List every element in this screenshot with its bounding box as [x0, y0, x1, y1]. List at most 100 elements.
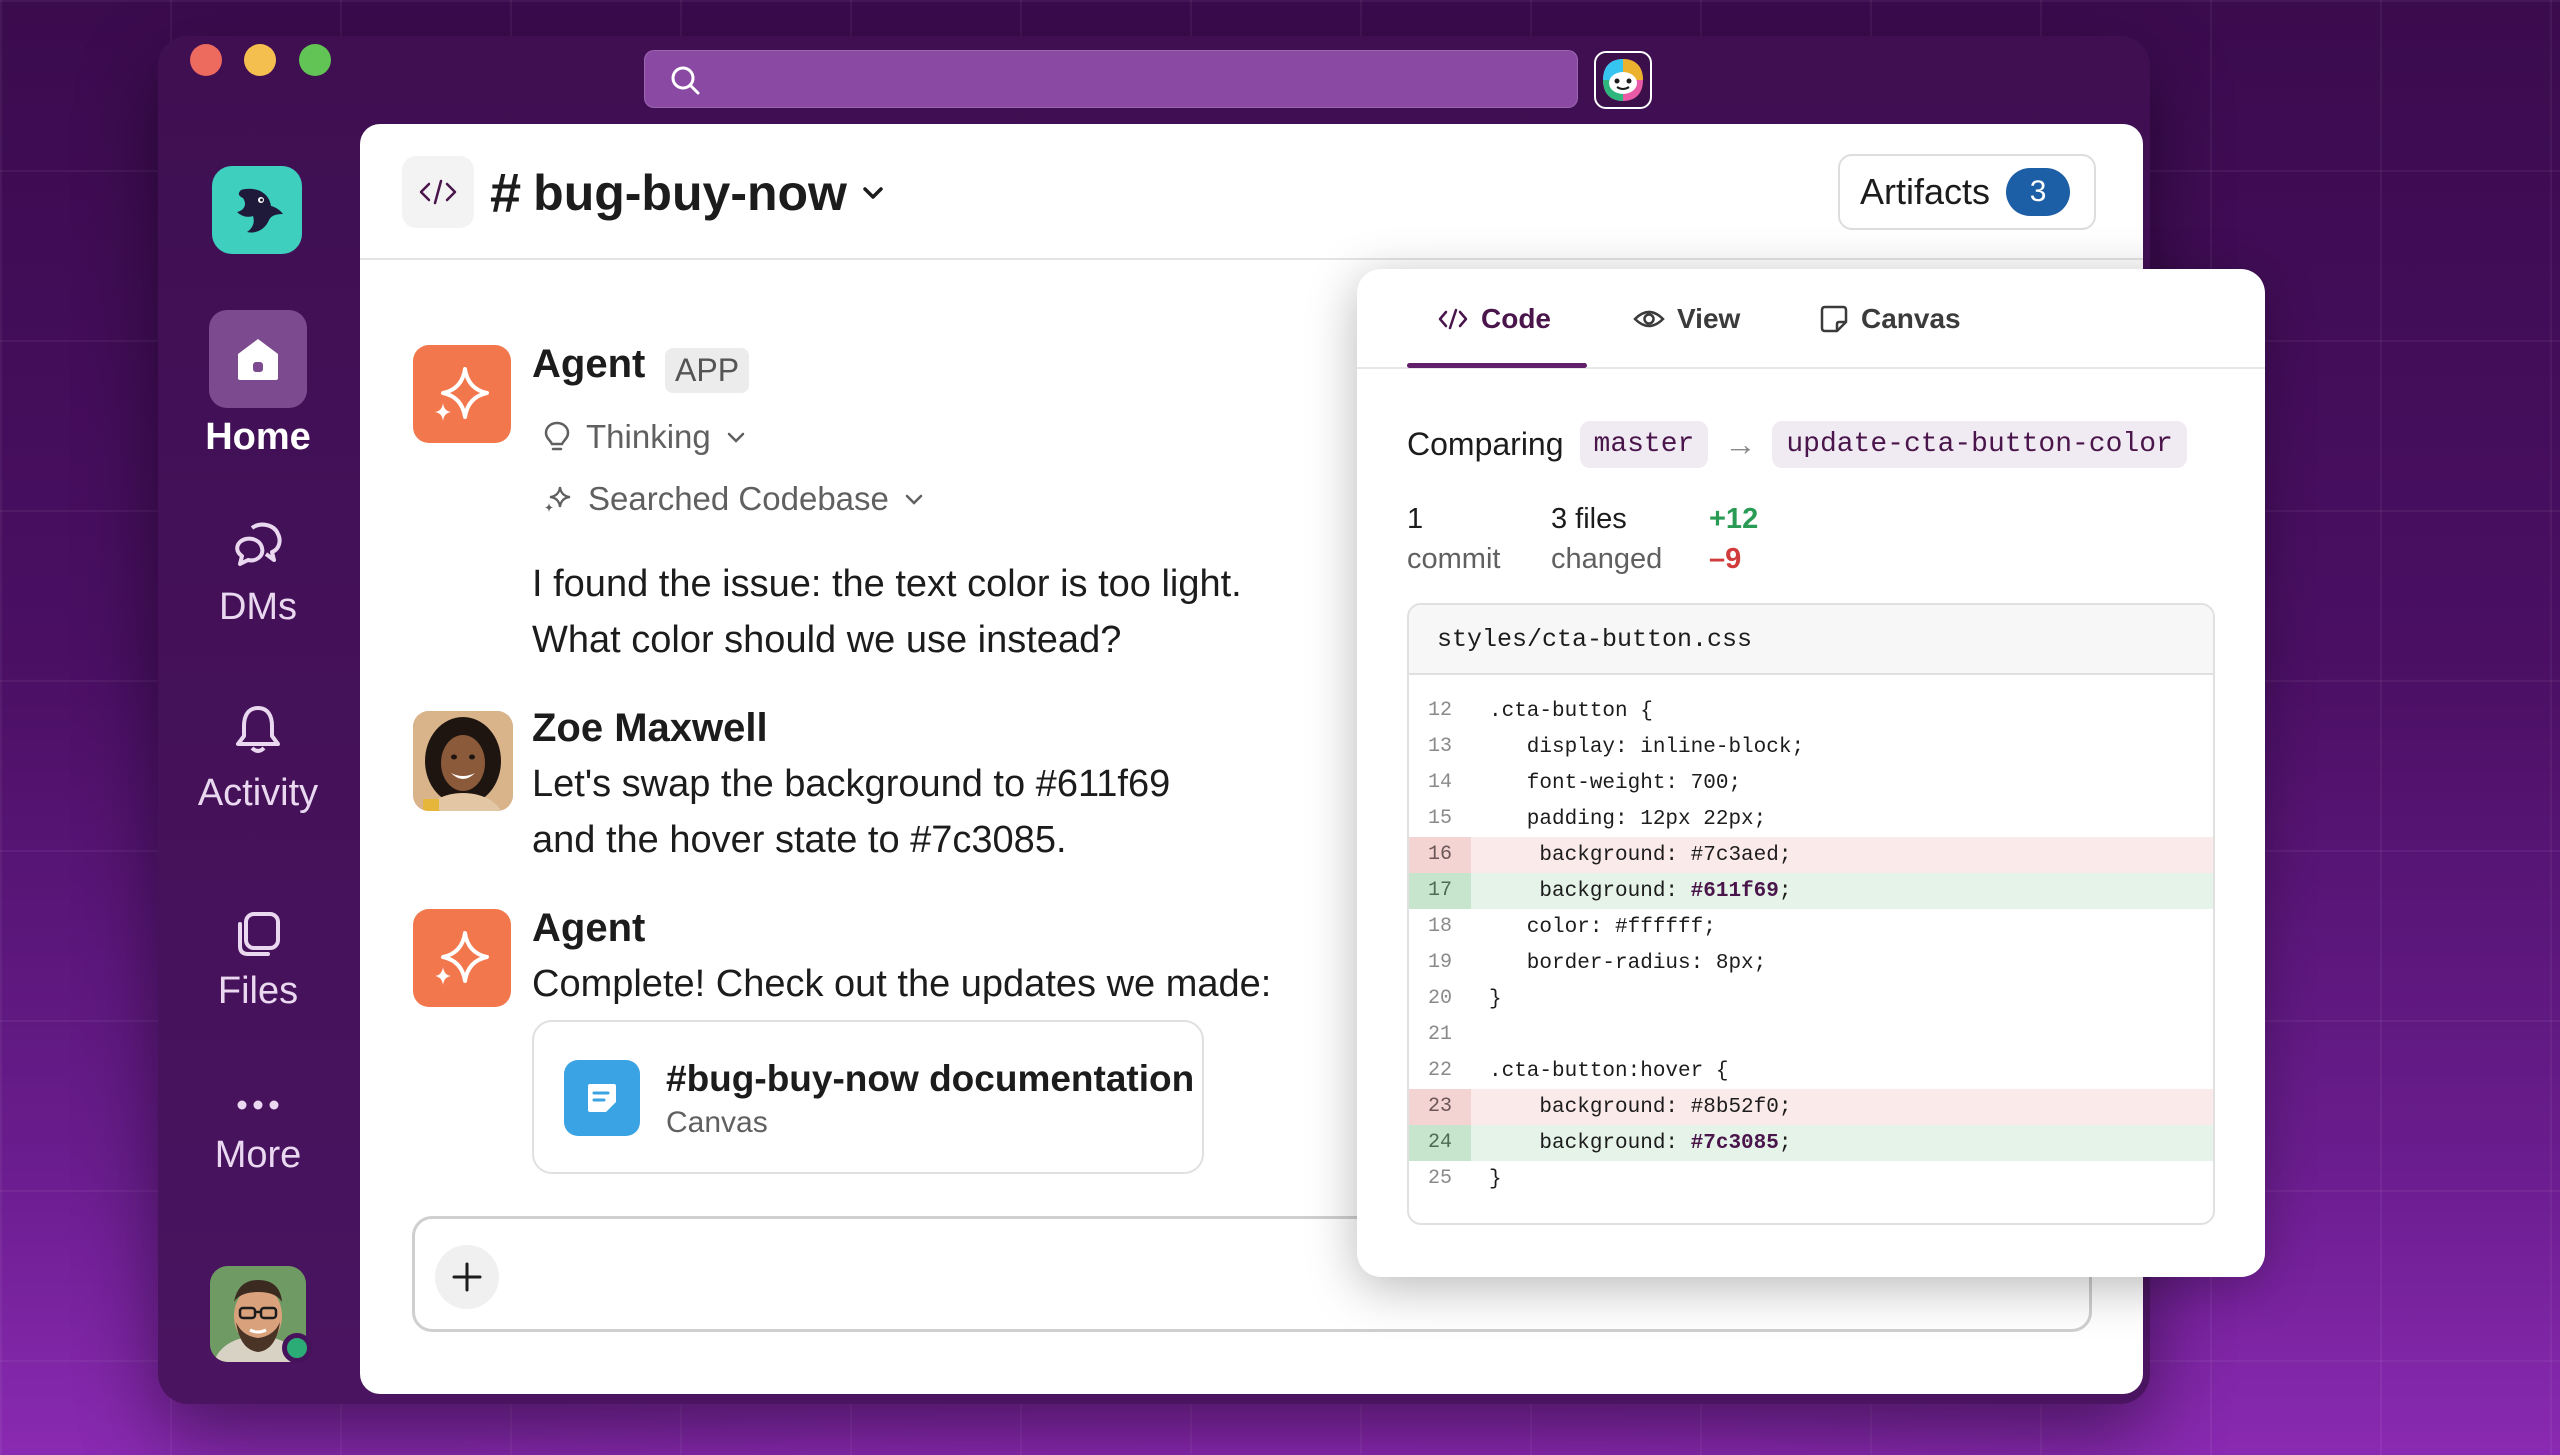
diff-line: 18 color: #ffffff;: [1409, 909, 2213, 945]
sidebar-item-files[interactable]: Files: [178, 906, 338, 1013]
files-icon: [238, 912, 280, 956]
artifacts-label: Artifacts: [1860, 171, 1991, 212]
comparing-label: Comparing: [1407, 426, 1564, 462]
code-segment: ;: [1778, 1131, 1792, 1155]
app-badge: APP: [665, 348, 750, 393]
diff-line: 12 .cta-button {: [1409, 693, 2213, 729]
diff-lines: 12 .cta-button {13 display: inline-block;…: [1409, 675, 2213, 1197]
maximize-window-button[interactable]: [299, 44, 331, 76]
line-number: 12: [1427, 699, 1452, 722]
code-segment: ;: [1778, 879, 1792, 903]
code-icon: [419, 179, 457, 205]
presence-indicator: [282, 1333, 312, 1363]
artifact-tabs: Code View Canvas: [1357, 269, 2265, 369]
search-input[interactable]: [644, 50, 1578, 108]
sparkle-search-icon: [545, 486, 571, 512]
code-text: background: #7c3aed;: [1471, 844, 1791, 867]
diff-file-name[interactable]: styles/cta-button.css: [1409, 605, 2213, 675]
diff-line: 13 display: inline-block;: [1409, 729, 2213, 765]
code-segment: background: #7c3aed;: [1489, 843, 1792, 867]
sidebar-item-home[interactable]: Home: [178, 310, 338, 459]
searched-codebase-toggle[interactable]: Searched Codebase: [542, 480, 925, 518]
canvas-title: #bug-buy-now documentation: [666, 1058, 1195, 1099]
line-number: 22: [1427, 1059, 1452, 1082]
line-number: 19: [1427, 951, 1452, 974]
tab-code[interactable]: Code: [1437, 303, 1551, 335]
workspace-logo[interactable]: [212, 166, 302, 254]
channel-code-button[interactable]: [402, 156, 474, 228]
diff-line: 15 padding: 12px 22px;: [1409, 801, 2213, 837]
code-highlight: #611f69: [1690, 879, 1779, 903]
diff-viewer: styles/cta-button.css 12 .cta-button {13 …: [1407, 603, 2215, 1225]
sidebar-item-activity[interactable]: Activity: [178, 702, 338, 815]
message-text: Let's swap the background to #611f69 and…: [532, 756, 1170, 868]
diff-line: 19 border-radius: 8px;: [1409, 945, 2213, 981]
files-stat: 3 files changed: [1551, 499, 1662, 579]
line-number: 20: [1427, 987, 1452, 1010]
artifacts-button[interactable]: Artifacts 3: [1838, 154, 2096, 230]
canvas-icon: [1820, 305, 1848, 333]
add-attachment-button[interactable]: [435, 1245, 499, 1309]
artifact-panel: Code View Canvas Comparing master → upda…: [1357, 269, 2265, 1277]
tab-view[interactable]: View: [1633, 303, 1740, 335]
diff-line: 21: [1409, 1017, 2213, 1053]
ai-assistant-button[interactable]: [1594, 51, 1652, 109]
commit-stat: 1 commit: [1407, 499, 1500, 579]
message-sender[interactable]: Agent: [532, 342, 645, 387]
code-segment: background:: [1489, 1131, 1691, 1155]
base-branch[interactable]: master: [1579, 421, 1709, 468]
message-sender[interactable]: Agent: [532, 906, 645, 951]
bird-logo-icon: [237, 188, 283, 233]
agent-avatar[interactable]: [413, 909, 511, 1007]
code-segment: padding: 12px 22px;: [1489, 807, 1767, 831]
deletions-count: –9: [1709, 543, 1742, 575]
code-segment: display: inline-block;: [1489, 735, 1805, 759]
code-segment: background: #8b52f0;: [1489, 1095, 1792, 1119]
search-icon: [671, 66, 700, 95]
head-branch[interactable]: update-cta-button-color: [1772, 421, 2187, 468]
canvas-icon: [564, 1060, 640, 1136]
arrow-right-icon: →: [1724, 426, 1757, 462]
code-segment: color: #ffffff;: [1489, 915, 1716, 939]
code-text: .cta-button:hover {: [1471, 1060, 1728, 1083]
commit-label: commit: [1407, 543, 1501, 575]
code-segment: background:: [1489, 879, 1691, 903]
lightbulb-icon: [544, 421, 570, 451]
ai-assistant-icon: [1603, 59, 1643, 101]
close-window-button[interactable]: [190, 44, 222, 76]
message-line: Let's swap the background to #611f69: [532, 763, 1171, 805]
canvas-attachment-card[interactable]: #bug-buy-now documentation Canvas: [532, 1020, 1204, 1174]
code-segment: font-weight: 700;: [1489, 771, 1742, 795]
code-text: background: #7c3085;: [1471, 1132, 1791, 1155]
channel-title[interactable]: # bug-buy-now: [490, 160, 887, 225]
chevron-down-icon: [905, 494, 923, 505]
diff-line: 14 font-weight: 700;: [1409, 765, 2213, 801]
code-text: border-radius: 8px;: [1471, 952, 1766, 975]
sidebar-item-more[interactable]: More: [178, 1090, 338, 1177]
code-segment: }: [1489, 987, 1502, 1011]
files-label: changed: [1551, 543, 1663, 575]
line-number: 25: [1427, 1167, 1452, 1190]
code-icon: [1438, 308, 1468, 330]
line-number: 16: [1409, 837, 1471, 873]
code-text: padding: 12px 22px;: [1471, 808, 1766, 831]
code-text: }: [1471, 988, 1502, 1011]
minimize-window-button[interactable]: [244, 44, 276, 76]
code-text: display: inline-block;: [1471, 736, 1804, 759]
thinking-toggle[interactable]: Thinking: [542, 418, 747, 456]
line-number: 24: [1409, 1125, 1471, 1161]
zoe-avatar[interactable]: [413, 711, 513, 811]
hash-icon: #: [490, 161, 522, 224]
line-number: 13: [1427, 735, 1452, 758]
code-segment: .cta-button:hover {: [1489, 1059, 1729, 1083]
tab-canvas[interactable]: Canvas: [1819, 303, 1961, 335]
agent-avatar[interactable]: [413, 345, 511, 443]
code-text: font-weight: 700;: [1471, 772, 1741, 795]
line-number: 17: [1409, 873, 1471, 909]
message-sender[interactable]: Zoe Maxwell: [532, 706, 768, 751]
active-tab-indicator: [1407, 363, 1587, 368]
diff-line: 20}: [1409, 981, 2213, 1017]
canvas-type: Canvas: [666, 1106, 768, 1139]
sidebar-item-dms[interactable]: DMs: [178, 516, 338, 629]
chevron-down-icon: [863, 186, 883, 199]
